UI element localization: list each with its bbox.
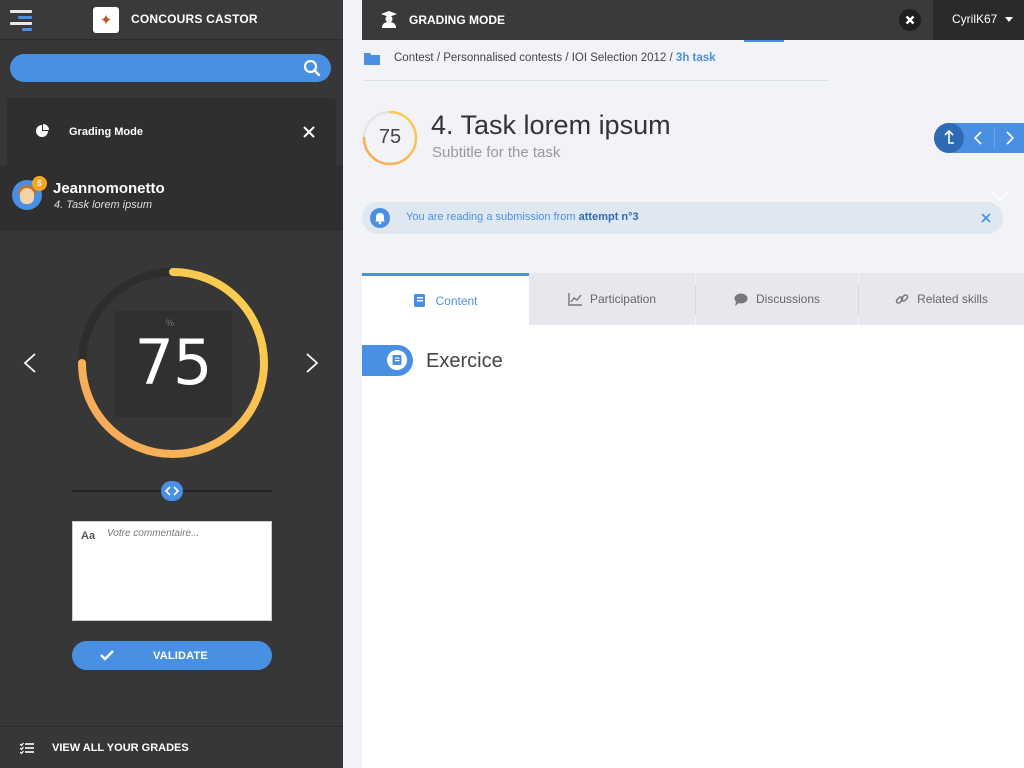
text-format-icon: Aa (81, 530, 96, 542)
score-value: 75 (134, 326, 213, 399)
notice-attempt[interactable]: attempt n°3 (579, 211, 639, 223)
chevron-right-icon[interactable] (304, 352, 320, 374)
grading-mode-label: Grading Mode (69, 126, 143, 138)
page-subtitle: Subtitle for the task (432, 144, 561, 161)
chevron-left-icon (973, 131, 982, 145)
tab-label: Discussions (755, 292, 821, 306)
topbar-username: CyrilK67 (952, 12, 998, 26)
exercise-badge (362, 345, 413, 376)
level-up-icon (944, 129, 954, 144)
user-badge: 5 (32, 176, 47, 191)
section-title: Exercice (426, 350, 503, 372)
comment-input[interactable] (107, 528, 267, 616)
link-icon (895, 293, 909, 304)
app-logo: ✦ (93, 7, 119, 33)
left-header: ✦ CONCOURS CASTOR (0, 0, 343, 40)
breadcrumb-current: 3h task (675, 52, 716, 64)
user-name: Jeannomonetto (53, 180, 165, 197)
folder-icon (364, 53, 380, 65)
chart-icon (568, 292, 582, 306)
top-bar: GRADING MODE CyrilK67 (362, 0, 1024, 40)
parent-task-button[interactable] (934, 123, 964, 153)
tab-label: Participation (589, 292, 657, 306)
user-section (0, 166, 343, 230)
breadcrumb-path[interactable]: Contest / Personnalised contests / IOI S… (394, 52, 673, 64)
submission-notice: You are reading a submission from attemp… (362, 202, 1003, 234)
validate-button[interactable]: VALIDATE (72, 641, 272, 670)
content-area (362, 325, 1024, 768)
task-score: 75 (378, 126, 402, 148)
user-menu[interactable]: CyrilK67 (933, 0, 1024, 40)
divider (0, 229, 343, 230)
chat-icon (734, 293, 748, 306)
search-input[interactable] (24, 58, 294, 78)
topbar-indicator (744, 40, 784, 42)
page-title: 4. Task lorem ipsum (431, 110, 671, 140)
task-nav-group (934, 123, 1024, 153)
close-icon (905, 15, 915, 25)
book-icon (414, 294, 426, 307)
score-slider-handle[interactable] (161, 481, 183, 501)
code-icon (164, 486, 180, 496)
search-icon[interactable] (303, 59, 321, 77)
next-task-button[interactable] (994, 123, 1024, 153)
close-icon[interactable] (981, 213, 991, 223)
tab-discussions[interactable]: Discussions (696, 273, 858, 325)
close-icon[interactable] (302, 125, 316, 139)
check-icon (100, 650, 114, 661)
tab-label: Related skills (917, 292, 988, 306)
tab-related-skills[interactable]: Related skills (859, 273, 1024, 325)
chevron-left-icon[interactable] (22, 352, 38, 374)
user-task: 4. Task lorem ipsum (54, 199, 153, 211)
app-title: CONCOURS CASTOR (131, 12, 258, 26)
tab-label: Content (435, 293, 478, 308)
book-icon (392, 355, 402, 365)
caret-down-icon (1005, 17, 1013, 22)
exit-grading-button[interactable] (899, 9, 921, 31)
task-tabs: Content Participation Discussions Relate… (362, 273, 1024, 325)
comment-box[interactable]: Aa (72, 521, 272, 621)
chevron-down-icon[interactable] (990, 189, 1010, 203)
divider (364, 80, 828, 81)
menu-icon[interactable] (10, 10, 32, 31)
validate-label: VALIDATE (153, 650, 208, 662)
tab-participation[interactable]: Participation (529, 273, 695, 325)
chevron-right-icon (1006, 131, 1015, 145)
graduate-icon (381, 11, 397, 28)
tab-content[interactable]: Content (362, 273, 529, 325)
grading-mode-card: Grading Mode (7, 98, 336, 166)
pie-chart-icon (36, 124, 49, 137)
search-bar[interactable] (10, 54, 331, 82)
prev-task-button[interactable] (964, 123, 994, 153)
view-all-grades-button[interactable]: VIEW ALL YOUR GRADES (0, 726, 343, 768)
notice-text: You are reading a submission from (406, 211, 576, 223)
list-check-icon (20, 742, 34, 754)
bell-icon (370, 208, 390, 228)
view-all-grades-label: VIEW ALL YOUR GRADES (52, 742, 189, 754)
grading-mode-title: GRADING MODE (409, 13, 505, 27)
